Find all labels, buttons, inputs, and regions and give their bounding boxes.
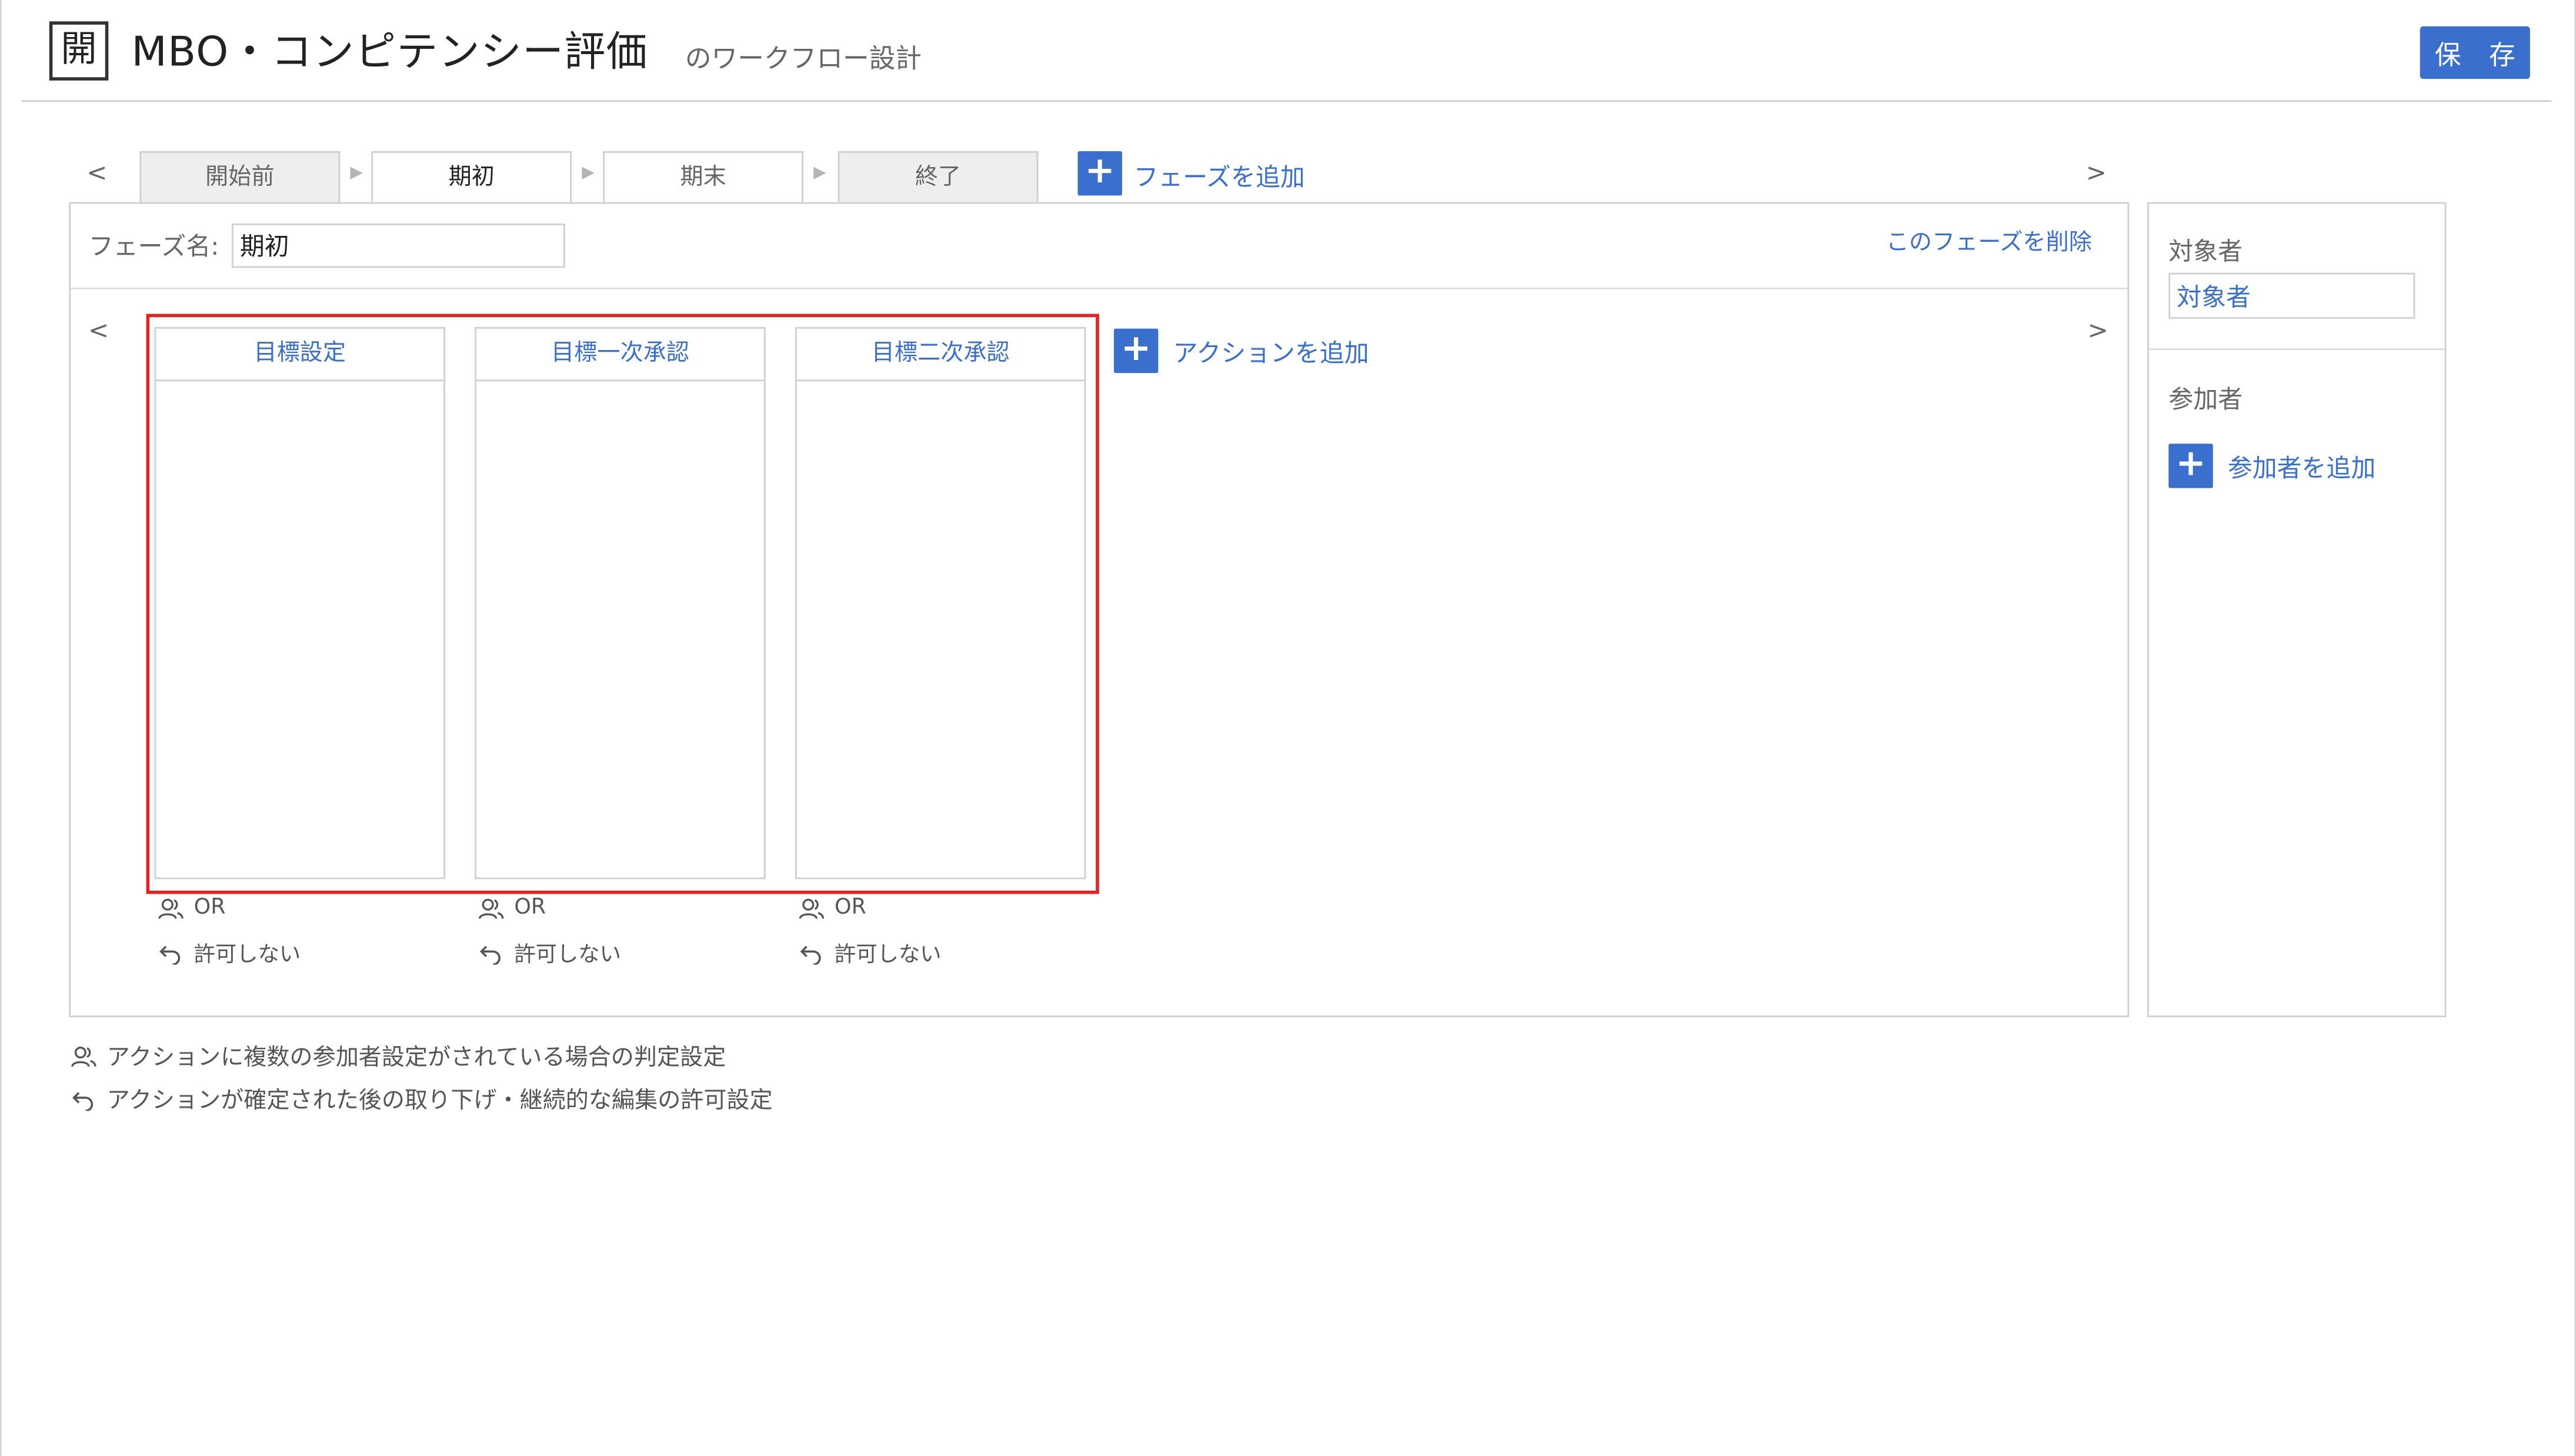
target-label: 対象者 [2168,236,2243,266]
users-icon [158,898,183,918]
revert-value: 許可しない [193,943,301,968]
add-participant-link[interactable]: 参加者を追加 [2228,450,2375,485]
users-icon [478,898,504,918]
revert-value: 許可しない [835,943,942,968]
revert-setting[interactable]: 許可しない [799,937,942,968]
phase-separator-icon: ▶ [350,164,363,183]
phase-name-label: フェーズ名: [88,231,219,262]
phase-next-arrow[interactable]: > [2083,158,2110,187]
tab-phase-before-start[interactable]: 開始前 [139,151,341,204]
users-icon [71,1047,96,1067]
add-phase-link[interactable]: フェーズを追加 [1133,159,1304,194]
users-icon [799,898,825,918]
revert-value: 許可しない [514,943,621,968]
undo-icon [479,945,500,964]
page-title: MBO・コンピテンシー評価 [131,28,648,76]
judgement-setting[interactable]: OR [478,895,546,920]
legend-revert: アクションが確定された後の取り下げ・継続的な編集の許可設定 [71,1083,773,1116]
action-prev-arrow[interactable]: < [85,315,112,345]
add-phase-plus-icon[interactable]: + [1077,151,1122,196]
phase-separator-icon: ▶ [813,164,826,183]
undo-icon [800,945,821,964]
highlight-frame [146,314,1099,894]
revert-setting[interactable]: 許可しない [478,937,621,968]
phase-prev-arrow[interactable]: < [84,158,110,187]
legend-revert-text: アクションが確定された後の取り下げ・継続的な編集の許可設定 [106,1088,773,1114]
legend-judgement-text: アクションに複数の参加者設定がされている場合の判定設定 [106,1045,726,1072]
judgement-setting[interactable]: OR [158,895,225,920]
tab-phase-end[interactable]: 期末 [603,151,803,204]
undo-icon [159,945,181,964]
add-participant-plus-icon[interactable]: + [2168,444,2213,488]
tab-phase-start[interactable]: 期初 [371,151,572,207]
add-action-link[interactable]: アクションを追加 [1173,335,1369,370]
add-action-plus-icon[interactable]: + [1113,328,1159,374]
tab-phase-finished[interactable]: 終了 [837,151,1039,204]
judgement-setting[interactable]: OR [799,895,866,920]
target-input[interactable] [2168,272,2415,319]
phase-name-input[interactable] [231,223,565,268]
judgement-value: OR [514,895,546,921]
page-subtitle: のワークフロー設計 [685,42,922,74]
delete-phase-link[interactable]: このフェーズを削除 [1886,225,2092,258]
phase-separator-icon: ▶ [582,164,595,183]
save-button[interactable]: 保 存 [2420,26,2530,79]
side-panel [2147,202,2447,1018]
app-icon: 開 [49,21,109,81]
panel-divider [71,287,2128,289]
judgement-value: OR [193,895,226,921]
header-divider [21,100,2552,102]
legend-judgement: アクションに複数の参加者設定がされている場合の判定設定 [71,1040,726,1073]
side-divider [2148,348,2445,350]
judgement-value: OR [835,895,866,921]
revert-setting[interactable]: 許可しない [158,937,301,968]
undo-icon [72,1092,94,1111]
participants-label: 参加者 [2168,384,2243,414]
action-next-arrow[interactable]: > [2085,315,2111,345]
